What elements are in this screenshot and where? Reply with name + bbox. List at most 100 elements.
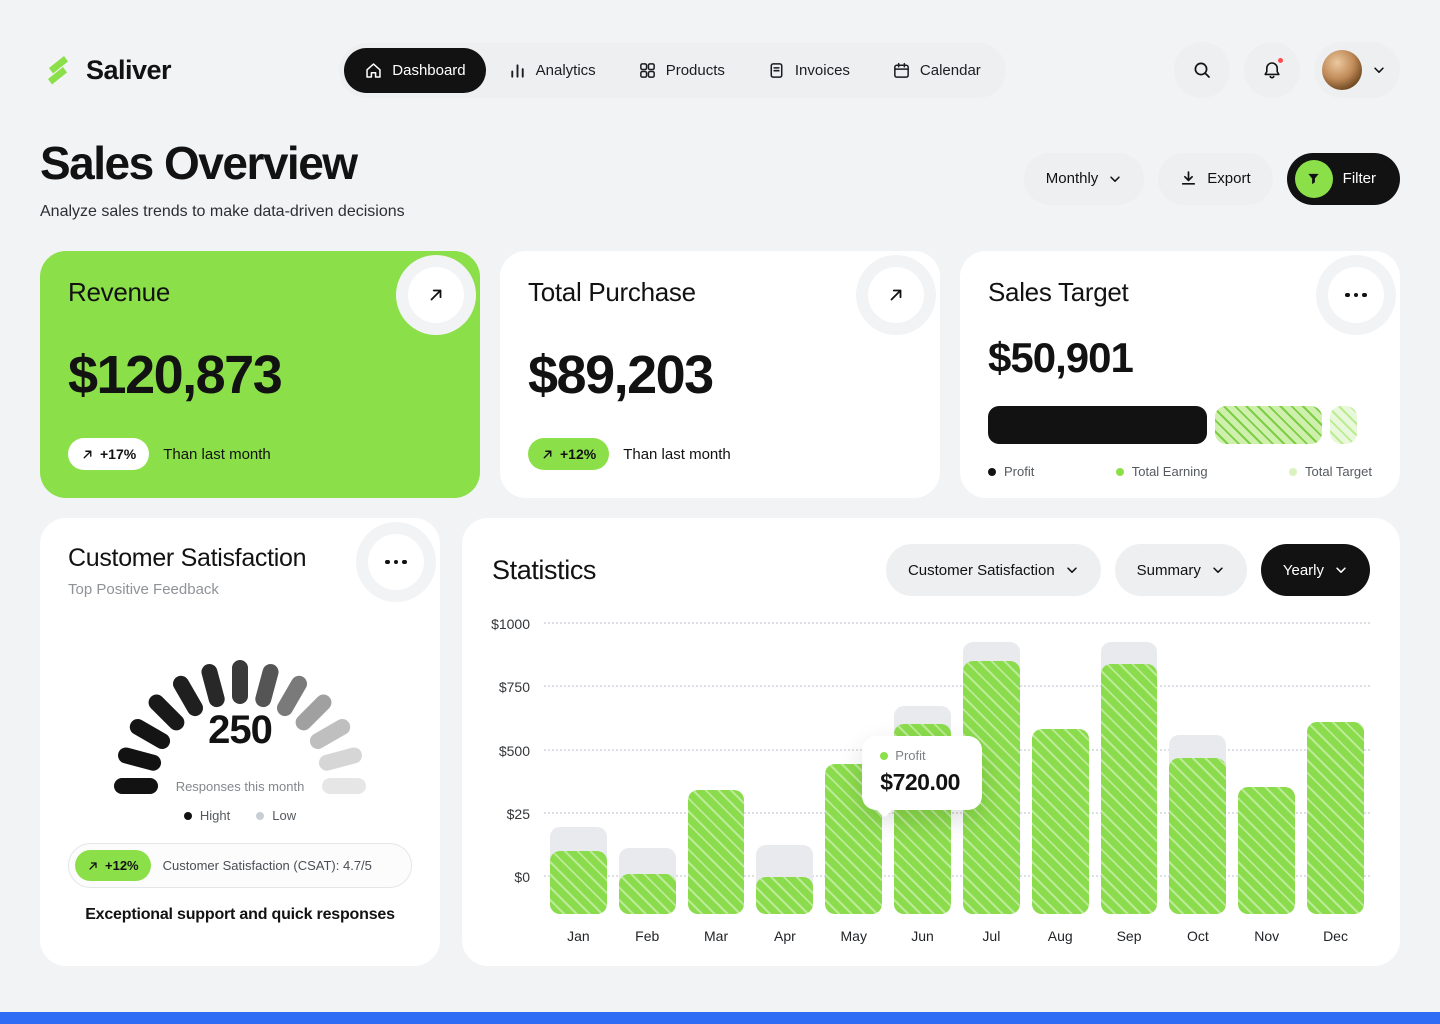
y-tick: $0 [514, 869, 530, 885]
y-tick: $25 [507, 806, 530, 822]
total-purchase-delta-badge: +12% [528, 438, 609, 470]
kpi-row: Revenue $120,873 +17% Than last month To… [40, 251, 1400, 498]
csat-delta-badge: +12% [75, 850, 151, 881]
legend-dot [184, 812, 192, 820]
nav-item-invoices[interactable]: Invoices [747, 48, 870, 93]
y-tick: $500 [499, 743, 530, 759]
bar-group-oct[interactable] [1163, 624, 1232, 914]
x-axis-label: Nov [1232, 928, 1301, 944]
user-menu[interactable] [1314, 42, 1400, 98]
calendar-icon [892, 61, 911, 80]
gauge-segment [232, 660, 248, 704]
bar-profit-dec [1307, 722, 1364, 914]
bottom-accent-bar [0, 1012, 1440, 1024]
filter-button[interactable]: Filter [1287, 153, 1400, 205]
period-dropdown[interactable]: Monthly [1024, 153, 1145, 205]
progress-segment-profit [988, 406, 1207, 444]
x-axis-label: Apr [750, 928, 819, 944]
nav-item-products[interactable]: Products [618, 48, 745, 93]
x-axis-label: Feb [613, 928, 682, 944]
csat-score-text: Customer Satisfaction (CSAT): 4.7/5 [163, 858, 382, 873]
gauge: 250 Responses this month [90, 624, 390, 786]
bar-chart: $0$25$500$750$1000 Profit $720.00 [492, 624, 1370, 914]
products-icon [638, 61, 657, 80]
bar-group-mar[interactable] [682, 624, 751, 914]
chart-tooltip: Profit $720.00 [862, 736, 982, 810]
avatar [1322, 50, 1362, 90]
x-axis-label: Dec [1301, 928, 1370, 944]
brand-logo: Saliver [40, 52, 171, 88]
bar-group-apr[interactable] [750, 624, 819, 914]
invoices-icon [767, 61, 786, 80]
statistics-range-dropdown[interactable]: Yearly [1261, 544, 1370, 596]
bar-plot: Profit $720.00 [544, 624, 1370, 914]
nav-item-dashboard[interactable]: Dashboard [344, 48, 485, 93]
statistics-view-dropdown[interactable]: Summary [1115, 544, 1247, 596]
progress-segment-total-earning [1215, 406, 1323, 444]
revenue-expand-button[interactable] [408, 267, 464, 323]
total-purchase-expand-button[interactable] [868, 267, 924, 323]
sales-target-card-title: Sales Target [988, 277, 1372, 308]
x-axis: JanFebMarAprMayJunJulAugSepOctNovDec [544, 928, 1370, 944]
legend-item-low: Low [256, 808, 296, 823]
arrow-up-right-icon [541, 448, 554, 461]
bar-group-nov[interactable] [1232, 624, 1301, 914]
total-purchase-delta-note: Than last month [623, 446, 731, 463]
x-axis-label: Sep [1095, 928, 1164, 944]
tooltip-label: Profit [895, 748, 925, 763]
legend-dot [988, 468, 996, 476]
gauge-segment [114, 778, 158, 794]
nav-item-calendar[interactable]: Calendar [872, 48, 1001, 93]
legend-dot [1289, 468, 1297, 476]
x-axis-label: Mar [682, 928, 751, 944]
bar-group-jan[interactable] [544, 624, 613, 914]
revenue-delta-note: Than last month [163, 446, 271, 463]
arrow-up-right-icon [427, 286, 445, 304]
search-icon [1192, 60, 1212, 80]
customer-satisfaction-card: Customer Satisfaction Top Positive Feedb… [40, 518, 440, 966]
bar-group-feb[interactable] [613, 624, 682, 914]
x-axis-label: May [819, 928, 888, 944]
sales-target-menu-button[interactable] [1328, 267, 1384, 323]
bar-profit-oct [1169, 758, 1226, 914]
bar-group-dec[interactable] [1301, 624, 1370, 914]
topbar: Saliver DashboardAnalyticsProducts Invoic… [0, 0, 1440, 98]
gauge-segment [253, 662, 280, 709]
x-axis-label: Aug [1026, 928, 1095, 944]
legend-item-hight: Hight [184, 808, 230, 823]
revenue-card-title: Revenue [68, 277, 452, 308]
bar-profit-apr [756, 877, 813, 914]
x-axis-label: Oct [1163, 928, 1232, 944]
main-nav: DashboardAnalyticsProducts Invoices Calend… [339, 43, 1006, 98]
customer-satisfaction-title: Customer Satisfaction [68, 544, 412, 573]
statistics-card: Statistics Customer Satisfaction Summary… [462, 518, 1400, 966]
sales-target-legend: ProfitTotal EarningTotal Target [988, 464, 1372, 479]
legend-dot [1116, 468, 1124, 476]
customer-satisfaction-footnote: Exceptional support and quick responses [68, 906, 412, 924]
nav-item-label: Invoices [795, 62, 850, 79]
search-button[interactable] [1174, 42, 1230, 98]
arrow-up-right-icon [81, 448, 94, 461]
analytics-icon [508, 61, 527, 80]
customer-satisfaction-menu-button[interactable] [368, 534, 424, 590]
x-axis-label: Jun [888, 928, 957, 944]
total-purchase-card: Total Purchase $89,203 +12% Than last mo… [500, 251, 940, 498]
bar-profit-feb [619, 874, 676, 914]
sales-target-card: Sales Target $50,901 ProfitTotal Earning… [960, 251, 1400, 498]
chevron-down-icon [1372, 63, 1386, 77]
sales-target-value: $50,901 [988, 334, 1372, 382]
legend-dot [256, 812, 264, 820]
export-button[interactable]: Export [1158, 153, 1272, 205]
notifications-button[interactable] [1244, 42, 1300, 98]
legend-item-profit: Profit [988, 464, 1034, 479]
bar-group-sep[interactable] [1095, 624, 1164, 914]
nav-item-analytics[interactable]: Analytics [488, 48, 616, 93]
arrow-up-right-icon [87, 860, 99, 872]
progress-segment-total-target [1330, 406, 1357, 444]
statistics-metric-dropdown[interactable]: Customer Satisfaction [886, 544, 1101, 596]
csat-pill: +12% Customer Satisfaction (CSAT): 4.7/5 [68, 843, 412, 888]
saliver-logo-icon [40, 52, 76, 88]
bar-profit-sep [1101, 664, 1158, 914]
revenue-card: Revenue $120,873 +17% Than last month [40, 251, 480, 498]
bar-group-aug[interactable] [1026, 624, 1095, 914]
